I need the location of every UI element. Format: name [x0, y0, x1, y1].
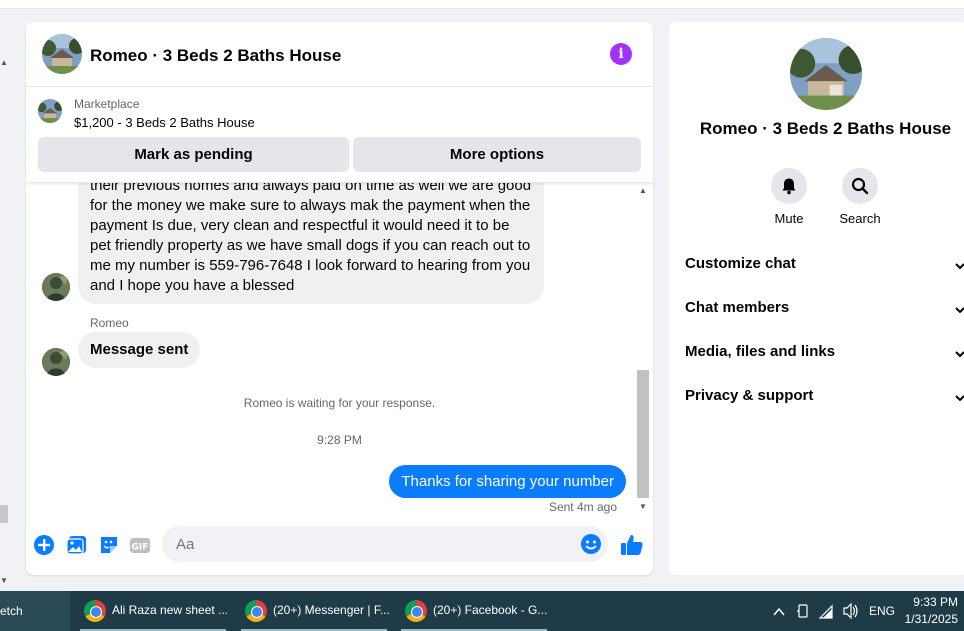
- chevron-down-icon: [955, 307, 964, 314]
- taskbar-item-chrome-messenger[interactable]: (20+) Messenger | F...: [237, 591, 390, 631]
- bell-icon: [782, 178, 796, 195]
- section-chat-members[interactable]: Chat members: [685, 299, 964, 321]
- gif-icon[interactable]: GIF: [129, 534, 151, 556]
- outgoing-message[interactable]: Thanks for sharing your number: [389, 465, 626, 498]
- photo-icon[interactable]: [66, 534, 88, 556]
- emoji-icon[interactable]: [580, 533, 602, 555]
- mute-label: Mute: [774, 211, 804, 226]
- marketplace-label: Marketplace: [74, 97, 140, 111]
- waiting-note: Romeo is waiting for your response.: [243, 396, 436, 410]
- scroll-thumb[interactable]: [0, 505, 8, 523]
- mute-action[interactable]: Mute: [759, 168, 819, 226]
- chevron-down-icon: [955, 351, 964, 358]
- chevron-down-icon: [955, 395, 964, 402]
- mark-as-pending-button[interactable]: Mark as pending: [38, 137, 349, 172]
- house-photo-icon: [42, 34, 82, 74]
- wifi-icon[interactable]: [818, 591, 836, 631]
- profile-avatar-large[interactable]: [790, 38, 862, 110]
- composer: GIF: [26, 522, 653, 572]
- thumbs-up-icon[interactable]: [620, 533, 644, 557]
- message-list[interactable]: their previous homes and always paid on …: [26, 182, 653, 515]
- listing-thumbnail[interactable]: [38, 99, 62, 123]
- taskbar-item-label: etch: [0, 604, 23, 618]
- search-action[interactable]: Search: [830, 168, 890, 226]
- section-label: Privacy & support: [685, 387, 814, 404]
- message-scrollbar[interactable]: ▲ ▼: [636, 182, 650, 515]
- taskbar-item-chrome-sheet[interactable]: Ali Raza new sheet ...: [76, 591, 228, 631]
- info-icon[interactable]: i: [610, 43, 632, 65]
- sent-status: Sent 4m ago: [548, 500, 617, 514]
- taskbar-item-active-app[interactable]: etch: [0, 591, 70, 631]
- volume-icon[interactable]: [842, 591, 860, 631]
- details-title: Romeo · 3 Beds 2 Baths House: [699, 119, 952, 138]
- page-scrollbar[interactable]: ▲ ▼: [0, 50, 8, 590]
- section-label: Chat members: [685, 299, 790, 316]
- show-hidden-icons-icon[interactable]: [772, 591, 786, 631]
- scroll-down-arrow-icon[interactable]: ▼: [639, 502, 647, 511]
- taskbar-item-chrome-facebook[interactable]: (20+) Facebook - G...: [397, 591, 549, 631]
- chat-panel: Romeo · 3 Beds 2 Baths House i Marketpla…: [26, 22, 653, 575]
- sender-name: Romeo: [90, 316, 129, 330]
- taskbar-item-label: (20+) Messenger | F...: [273, 603, 390, 617]
- section-label: Customize chat: [685, 255, 796, 272]
- message-input-box[interactable]: [162, 526, 608, 562]
- house-photo-icon: [790, 38, 862, 110]
- section-customize-chat[interactable]: Customize chat: [685, 255, 964, 277]
- browser-top-strip: [0, 0, 964, 9]
- chrome-icon: [405, 600, 427, 622]
- chat-header: Romeo · 3 Beds 2 Baths House i: [26, 22, 653, 87]
- chrome-icon: [84, 600, 106, 622]
- clock-time: 9:33 PM: [913, 595, 958, 609]
- plus-icon[interactable]: [33, 534, 55, 556]
- message-text: Message sent: [90, 341, 189, 358]
- profile-photo-icon: [42, 348, 70, 376]
- chevron-down-icon: [955, 263, 964, 270]
- house-photo-icon: [38, 99, 62, 123]
- taskbar-item-label: Ali Raza new sheet ...: [112, 603, 229, 617]
- profile-photo-icon: [42, 273, 70, 301]
- incoming-message-long[interactable]: their previous homes and always paid on …: [78, 182, 544, 304]
- section-privacy-support[interactable]: Privacy & support: [685, 387, 964, 409]
- search-button[interactable]: [842, 168, 878, 204]
- device-icon[interactable]: [796, 591, 810, 631]
- time-divider: 9:28 PM: [317, 433, 362, 447]
- scroll-up-arrow-icon[interactable]: ▲: [639, 186, 647, 195]
- incoming-message-sent[interactable]: Message sent: [78, 332, 201, 368]
- sticker-icon[interactable]: [98, 534, 120, 556]
- mute-button[interactable]: [771, 168, 807, 204]
- section-label: Media, files and links: [685, 343, 836, 360]
- scroll-up-arrow-icon[interactable]: ▲: [0, 58, 8, 67]
- message-text: their previous homes and always paid on …: [90, 182, 532, 294]
- chat-title[interactable]: Romeo · 3 Beds 2 Baths House: [90, 46, 341, 66]
- message-text: Thanks for sharing your number: [401, 473, 614, 490]
- marketplace-listing-bar: Marketplace $1,200 - 3 Beds 2 Baths Hous…: [26, 87, 653, 183]
- language-indicator[interactable]: ENG: [869, 604, 895, 618]
- sender-avatar[interactable]: [42, 348, 70, 376]
- scroll-down-arrow-icon[interactable]: ▼: [0, 576, 8, 585]
- more-options-button[interactable]: More options: [353, 137, 641, 172]
- system-clock[interactable]: 9:33 PM 1/31/2025: [898, 594, 958, 628]
- taskbar-item-label: (20+) Facebook - G...: [433, 603, 548, 617]
- listing-price-title[interactable]: $1,200 - 3 Beds 2 Baths House: [74, 115, 255, 130]
- section-media-files-links[interactable]: Media, files and links: [685, 343, 964, 365]
- chrome-icon: [245, 600, 267, 622]
- search-label: Search: [839, 211, 881, 226]
- message-input[interactable]: [174, 535, 578, 554]
- svg-text:GIF: GIF: [132, 543, 149, 553]
- scroll-thumb[interactable]: [637, 370, 649, 498]
- clock-date: 1/31/2025: [904, 612, 958, 626]
- taskbar: etch Ali Raza new sheet ... (20+) Messen…: [0, 591, 964, 631]
- search-icon: [851, 177, 869, 195]
- sender-avatar[interactable]: [42, 273, 70, 301]
- chat-details-panel: Romeo · 3 Beds 2 Baths House Mute Search…: [669, 22, 964, 575]
- chat-avatar[interactable]: [42, 34, 82, 74]
